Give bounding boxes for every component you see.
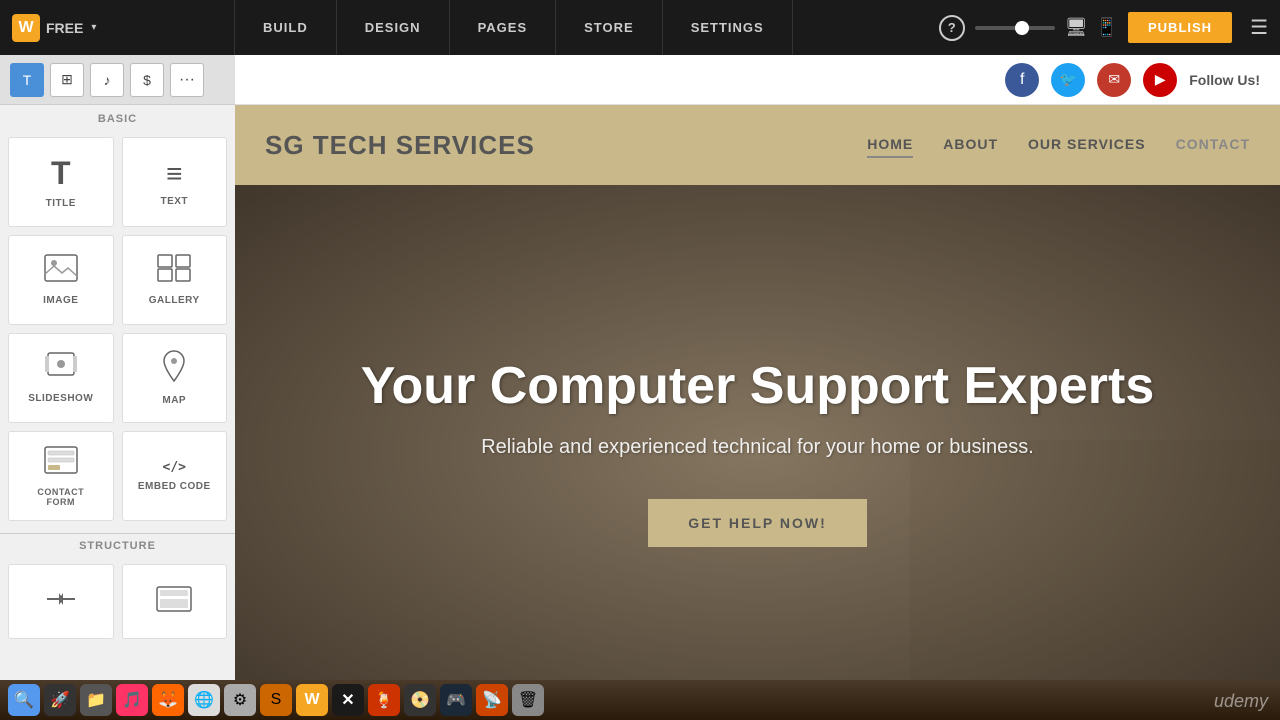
widget-text-label: TEXT [160,196,188,207]
itunes-icon[interactable]: 🎵 [116,684,148,716]
contact-form-icon [44,446,78,481]
divider-icon [43,589,79,614]
x-icon[interactable]: ✕ [332,684,364,716]
tool-text[interactable]: T [10,63,44,97]
widget-slideshow[interactable]: SLIDESHOW [8,333,114,423]
tool-store[interactable]: $ [130,63,164,97]
twitter-icon[interactable]: 🐦 [1051,63,1085,97]
site-nav-home[interactable]: HOME [867,132,913,158]
basic-section-label: BASIC [0,105,235,129]
site-nav-contact[interactable]: CONTACT [1176,132,1250,158]
widget-embed[interactable]: </> EMBED CODE [122,431,228,521]
widget-title[interactable]: T TITLE [8,137,114,227]
nav-store[interactable]: STORE [556,0,663,55]
widget-slideshow-label: SLIDESHOW [28,393,93,404]
help-button[interactable]: ? [939,15,965,41]
nav-build[interactable]: BUILD [235,0,337,55]
widget-contact-form[interactable]: CONTACTFORM [8,431,114,521]
zoom-thumb[interactable] [1015,21,1029,35]
title-icon: T [51,155,71,192]
structure-section-label: STRUCTURE [0,533,235,556]
zoom-control[interactable] [975,26,1055,30]
weebly-logo[interactable]: W [12,14,40,42]
trash-icon[interactable]: 🗑 [512,684,544,716]
site-nav-services[interactable]: OUR SERVICES [1028,132,1146,158]
sidebar: T ⊞ ♪ $ ··· BASIC T TITLE ≡ TEXT IMAGE [0,55,235,720]
structure-section[interactable] [122,564,228,639]
nav-pages[interactable]: PAGES [450,0,557,55]
plan-label: FREE [46,20,83,36]
site-logo: SG TECH SERVICES [265,130,867,161]
hero-content: Your Computer Support Experts Reliable a… [361,358,1155,546]
email-icon[interactable]: ✉ [1097,63,1131,97]
device-switcher: 🖥 📱 [1065,17,1118,38]
firefox-icon[interactable]: 🦊 [152,684,184,716]
text-icon: ≡ [166,158,182,190]
facebook-icon[interactable]: f [1005,63,1039,97]
tool-more[interactable]: ··· [170,63,204,97]
widget-image[interactable]: IMAGE [8,235,114,325]
top-nav: BUILD DESIGN PAGES STORE SETTINGS [235,0,927,55]
widget-grid: T TITLE ≡ TEXT IMAGE [0,129,235,529]
widget-map[interactable]: MAP [122,333,228,423]
image-icon [44,254,78,289]
youtube-icon[interactable]: ▶ [1143,63,1177,97]
mobile-icon[interactable]: 📱 [1096,17,1118,38]
website-area: SG TECH SERVICES HOME ABOUT OUR SERVICES… [235,105,1280,720]
remote-icon[interactable]: 📡 [476,684,508,716]
widget-gallery-label: GALLERY [149,295,200,306]
map-icon [160,350,188,389]
structure-divider[interactable] [8,564,114,639]
site-nav-about[interactable]: ABOUT [943,132,998,158]
main-content: f 🐦 ✉ ▶ Follow Us! SG TECH SERVICES HOME… [235,55,1280,720]
widget-contact-label: CONTACTFORM [37,487,84,507]
top-bar: W FREE ▾ BUILD DESIGN PAGES STORE SETTIN… [0,0,1280,55]
tool-layout[interactable]: ⊞ [50,63,84,97]
embed-icon: </> [163,460,186,475]
settings-icon[interactable]: ⚙ [224,684,256,716]
sidebar-tools: T ⊞ ♪ $ ··· [0,55,235,105]
right-controls: ? 🖥 📱 PUBLISH ☰ [927,12,1280,43]
udemy-watermark: udemy [1214,691,1268,712]
widget-embed-label: EMBED CODE [138,481,211,492]
hero-title: Your Computer Support Experts [361,358,1155,415]
social-bar: f 🐦 ✉ ▶ Follow Us! [235,55,1280,105]
files-icon[interactable]: 📁 [80,684,112,716]
nav-settings[interactable]: SETTINGS [663,0,793,55]
cta-button[interactable]: GET HELP NOW! [648,499,867,547]
widget-text[interactable]: ≡ TEXT [122,137,228,227]
launchpad-icon[interactable]: 🚀 [44,684,76,716]
logo-section: W FREE ▾ [0,0,235,55]
widget-title-label: TITLE [46,198,76,209]
hero-section: Your Computer Support Experts Reliable a… [235,185,1280,720]
dvd-icon[interactable]: 📀 [404,684,436,716]
hero-subtitle: Reliable and experienced technical for y… [361,436,1155,459]
desktop-icon[interactable]: 🖥 [1065,17,1088,38]
cocktail-icon[interactable]: 🍹 [368,684,400,716]
follow-us-text: Follow Us! [1189,72,1260,88]
sequel-icon[interactable]: S [260,684,292,716]
slideshow-icon [44,352,78,387]
nav-design[interactable]: DESIGN [337,0,450,55]
widget-map-label: MAP [162,395,186,406]
widget-image-label: IMAGE [43,295,78,306]
weebly-icon[interactable]: W [296,684,328,716]
site-header: SG TECH SERVICES HOME ABOUT OUR SERVICES… [235,105,1280,185]
zoom-track[interactable] [975,26,1055,30]
hamburger-icon[interactable]: ☰ [1250,15,1268,40]
publish-button[interactable]: PUBLISH [1128,12,1232,43]
structure-grid [0,556,235,647]
tool-media[interactable]: ♪ [90,63,124,97]
widget-gallery[interactable]: GALLERY [122,235,228,325]
chevron-down-icon[interactable]: ▾ [91,22,96,33]
steam-icon[interactable]: 🎮 [440,684,472,716]
chrome-icon[interactable]: 🌐 [188,684,220,716]
gallery-icon [157,254,191,289]
taskbar: 🔍 🚀 📁 🎵 🦊 🌐 ⚙ S W ✕ 🍹 📀 🎮 📡 🗑 udemy [0,680,1280,720]
finder-icon[interactable]: 🔍 [8,684,40,716]
site-nav: HOME ABOUT OUR SERVICES CONTACT [867,132,1250,158]
section-icon [156,586,192,617]
